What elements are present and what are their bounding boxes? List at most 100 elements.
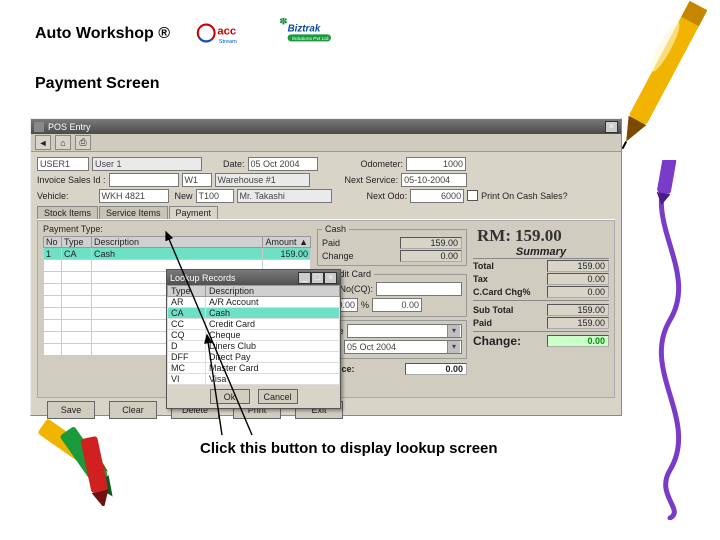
col-type[interactable]: Type: [62, 237, 92, 248]
col-amount[interactable]: Amount: [266, 237, 297, 247]
toolbar-back-icon[interactable]: ◄: [35, 135, 51, 150]
sum-cc-label: C.Card Chg%: [473, 287, 531, 297]
lookup-ok-button[interactable]: Ok: [210, 389, 250, 404]
tab-stock-items[interactable]: Stock Items: [37, 206, 98, 219]
user-name-field: User 1: [92, 157, 202, 171]
lookup-cell-type: DFF: [168, 352, 206, 363]
sum-change-label: Change:: [473, 334, 521, 348]
cc-charge-amt-field[interactable]: 0.00: [372, 298, 422, 312]
sum-change: 0.00: [547, 335, 609, 347]
lookup-row[interactable]: CQCheque: [168, 330, 340, 341]
window-toolbar: ◄ ⌂ ⎙: [31, 134, 621, 152]
svg-text:acc: acc: [217, 25, 236, 37]
rm-value: 159.00: [515, 226, 562, 246]
accstream-logo: accStream: [195, 18, 265, 48]
lookup-cell-desc: Cheque: [206, 330, 340, 341]
lookup-cell-type: D: [168, 341, 206, 352]
sum-total: 159.00: [547, 260, 609, 272]
window-title: POS Entry: [48, 122, 91, 132]
change-label: Change: [322, 251, 354, 261]
lookup-cell-type: MC: [168, 363, 206, 374]
lookup-table[interactable]: Type Description ARA/R AccountCACashCCCr…: [167, 285, 340, 385]
toolbar-print-icon[interactable]: ⎙: [75, 135, 91, 150]
user-id-field[interactable]: USER1: [37, 157, 89, 171]
lookup-cell-type: CA: [168, 308, 206, 319]
lookup-minimize-icon[interactable]: _: [298, 272, 311, 284]
payment-type-label: Payment Type:: [43, 224, 103, 234]
lookup-col-desc[interactable]: Description: [206, 286, 340, 297]
print-on-cash-label: Print On Cash Sales?: [481, 191, 568, 201]
crayon-decoration-top-right: [610, 0, 720, 160]
col-no[interactable]: No: [44, 237, 62, 248]
model-field[interactable]: T100: [196, 189, 234, 203]
col-description[interactable]: Description: [92, 237, 263, 248]
annotation-caption: Click this button to display lookup scre…: [200, 440, 498, 457]
lookup-cell-desc: Credit Card: [206, 319, 340, 330]
sort-marker-icon: ▲: [299, 237, 308, 247]
lookup-row[interactable]: ARA/R Account: [168, 297, 340, 308]
lookup-close-icon[interactable]: ×: [324, 272, 337, 284]
nextodo-label: Next Odo:: [367, 191, 408, 201]
nextservice-field[interactable]: 05-10-2004: [401, 173, 467, 187]
crayon-decoration-right: [630, 160, 710, 520]
odometer-label: Odometer:: [361, 159, 404, 169]
tab-payment[interactable]: Payment: [169, 206, 219, 219]
logo-pair: accStream ✽BiztrakSolutions Pvt Ltd: [195, 18, 345, 48]
close-icon[interactable]: ×: [605, 121, 618, 133]
date-field[interactable]: 05 Oct 2004: [248, 157, 318, 171]
toolbar-house-icon[interactable]: ⌂: [55, 135, 71, 150]
nextodo-field[interactable]: 6000: [410, 189, 464, 203]
pos-entry-window: POS Entry × ◄ ⌂ ⎙ USER1 User 1 Date: 05 …: [30, 118, 622, 416]
cell-type: CA: [62, 248, 92, 260]
print-on-cash-checkbox[interactable]: [467, 190, 478, 201]
lookup-cell-desc: Master Card: [206, 363, 340, 374]
sum-paid-label: Paid: [473, 318, 492, 328]
lookup-cell-type: CC: [168, 319, 206, 330]
lookup-row[interactable]: CCCredit Card: [168, 319, 340, 330]
tab-bar: Stock Items Service Items Payment: [37, 206, 615, 220]
summary-heading: Summary: [473, 246, 609, 259]
date-label: Date:: [223, 159, 245, 169]
save-button[interactable]: Save: [47, 401, 95, 419]
lookup-row[interactable]: VIVisa: [168, 374, 340, 385]
lookup-row[interactable]: CACash: [168, 308, 340, 319]
acno-field[interactable]: [376, 282, 462, 296]
lookup-cell-desc: Diners Club: [206, 341, 340, 352]
warehouse-code-field[interactable]: W1: [182, 173, 212, 187]
sum-tax-label: Tax: [473, 274, 488, 284]
lookup-row[interactable]: MCMaster Card: [168, 363, 340, 374]
cheque-date-combo[interactable]: 05 Oct 2004: [344, 340, 462, 354]
biztrak-logo: ✽BiztrakSolutions Pvt Ltd: [275, 18, 345, 48]
sum-total-label: Total: [473, 261, 494, 271]
vehicle-label: Vehicle:: [37, 191, 69, 201]
cell-no: 1: [44, 248, 62, 260]
sum-cc: 0.00: [547, 286, 609, 298]
summary-pane: RM: 159.00 Summary Total159.00 Tax0.00 C…: [473, 224, 609, 394]
cash-paid-field[interactable]: 159.00: [400, 237, 462, 249]
sum-tax: 0.00: [547, 273, 609, 285]
window-titlebar: POS Entry ×: [31, 119, 621, 134]
lookup-cell-desc: Visa: [206, 374, 340, 385]
vehicle-field[interactable]: WKH 4821: [99, 189, 169, 203]
table-row[interactable]: 1 CA Cash 159.00: [44, 248, 311, 260]
lookup-row[interactable]: DDiners Club: [168, 341, 340, 352]
nextservice-label: Next Service:: [345, 175, 399, 185]
cash-legend: Cash: [322, 224, 349, 234]
lookup-cell-desc: Cash: [206, 308, 340, 319]
cash-change-field: 0.00: [400, 250, 462, 262]
odometer-field[interactable]: 1000: [406, 157, 466, 171]
page-title-screen: Payment Screen: [35, 75, 160, 93]
invoice-label: Invoice Sales Id :: [37, 175, 106, 185]
cell-desc: Cash: [92, 248, 263, 260]
svg-text:✽: ✽: [279, 18, 287, 28]
lookup-col-type[interactable]: Type: [168, 286, 206, 297]
tab-service-items[interactable]: Service Items: [99, 206, 168, 219]
lookup-cell-desc: A/R Account: [206, 297, 340, 308]
lookup-cancel-button[interactable]: Cancel: [258, 389, 298, 404]
lookup-maximize-icon[interactable]: □: [311, 272, 324, 284]
clear-button[interactable]: Clear: [109, 401, 157, 419]
lookup-row[interactable]: DFFDirect Pay: [168, 352, 340, 363]
window-icon: [34, 122, 44, 132]
invoice-field[interactable]: [109, 173, 179, 187]
cheque-code-combo[interactable]: [347, 324, 462, 338]
